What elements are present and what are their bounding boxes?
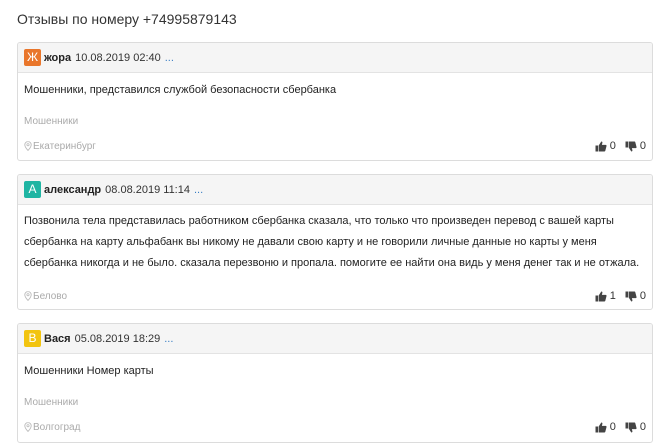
review-header: В Вася 05.08.2019 18:29 ... — [18, 324, 652, 354]
thumbs-down-icon — [625, 422, 637, 432]
dislike-count: 0 — [639, 140, 646, 152]
review-author: жора — [44, 51, 72, 64]
thumbs-up-icon — [595, 422, 607, 432]
review-more-link[interactable]: ... — [194, 184, 203, 196]
dislike-count: 0 — [639, 290, 646, 302]
review-tag: Мошенники — [24, 397, 79, 408]
like-button[interactable]: 1 — [595, 290, 616, 302]
like-count: 0 — [609, 140, 616, 152]
dislike-button[interactable]: 0 — [625, 140, 646, 152]
dislike-button[interactable]: 0 — [625, 290, 646, 302]
location-pin-icon — [24, 141, 32, 151]
dislike-count: 0 — [639, 421, 646, 433]
thumbs-up-icon — [595, 141, 607, 151]
review-footer: Белово 1 0 — [24, 289, 646, 303]
review-date: 05.08.2019 18:29 — [74, 332, 161, 345]
review-author: Вася — [44, 332, 71, 345]
review-footer: Волгоград 0 0 — [24, 420, 646, 434]
review-header: А александр 08.08.2019 11:14 ... — [18, 175, 652, 205]
thumbs-down-icon — [625, 141, 637, 151]
review-header: Ж жора 10.08.2019 02:40 ... — [18, 43, 652, 73]
location-pin-icon — [24, 422, 32, 432]
like-count: 1 — [609, 290, 616, 302]
like-count: 0 — [609, 421, 616, 433]
review-card: Ж жора 10.08.2019 02:40 ... Мошенники, п… — [17, 42, 653, 161]
review-date: 08.08.2019 11:14 — [105, 183, 190, 196]
review-card: В Вася 05.08.2019 18:29 ... Мошенники Но… — [17, 323, 653, 443]
review-text: Позвонила тела представилась работником … — [24, 215, 640, 269]
thumbs-up-icon — [595, 291, 607, 301]
like-button[interactable]: 0 — [595, 140, 616, 152]
review-footer: Екатеринбург 0 0 — [24, 139, 646, 153]
review-city-name: Волгоград — [33, 421, 81, 433]
review-city: Волгоград — [24, 422, 80, 433]
review-text: Мошенники Номер карты — [24, 365, 154, 377]
review-city: Екатеринбург — [24, 141, 96, 152]
review-more-link[interactable]: ... — [165, 52, 174, 64]
review-city-name: Екатеринбург — [33, 140, 96, 152]
dislike-button[interactable]: 0 — [625, 421, 646, 433]
review-votes: 0 0 — [595, 421, 646, 433]
avatar: А — [24, 181, 41, 198]
review-city-name: Белово — [33, 290, 68, 302]
review-date: 10.08.2019 02:40 — [75, 51, 161, 64]
review-author: александр — [44, 183, 102, 196]
review-more-link[interactable]: ... — [164, 333, 173, 345]
review-card: А александр 08.08.2019 11:14 ... Позвони… — [17, 174, 653, 310]
avatar: В — [24, 330, 41, 347]
review-tag: Мошенники — [24, 116, 79, 127]
review-votes: 0 0 — [595, 140, 646, 152]
review-votes: 1 0 — [595, 290, 646, 302]
location-pin-icon — [24, 291, 32, 301]
review-city: Белово — [24, 291, 67, 302]
page-title: Отзывы по номеру +74995879143 — [17, 11, 237, 27]
thumbs-down-icon — [625, 291, 637, 301]
like-button[interactable]: 0 — [595, 421, 616, 433]
review-text: Мошенники, представился службой безопасн… — [24, 84, 337, 96]
avatar: Ж — [24, 49, 41, 66]
